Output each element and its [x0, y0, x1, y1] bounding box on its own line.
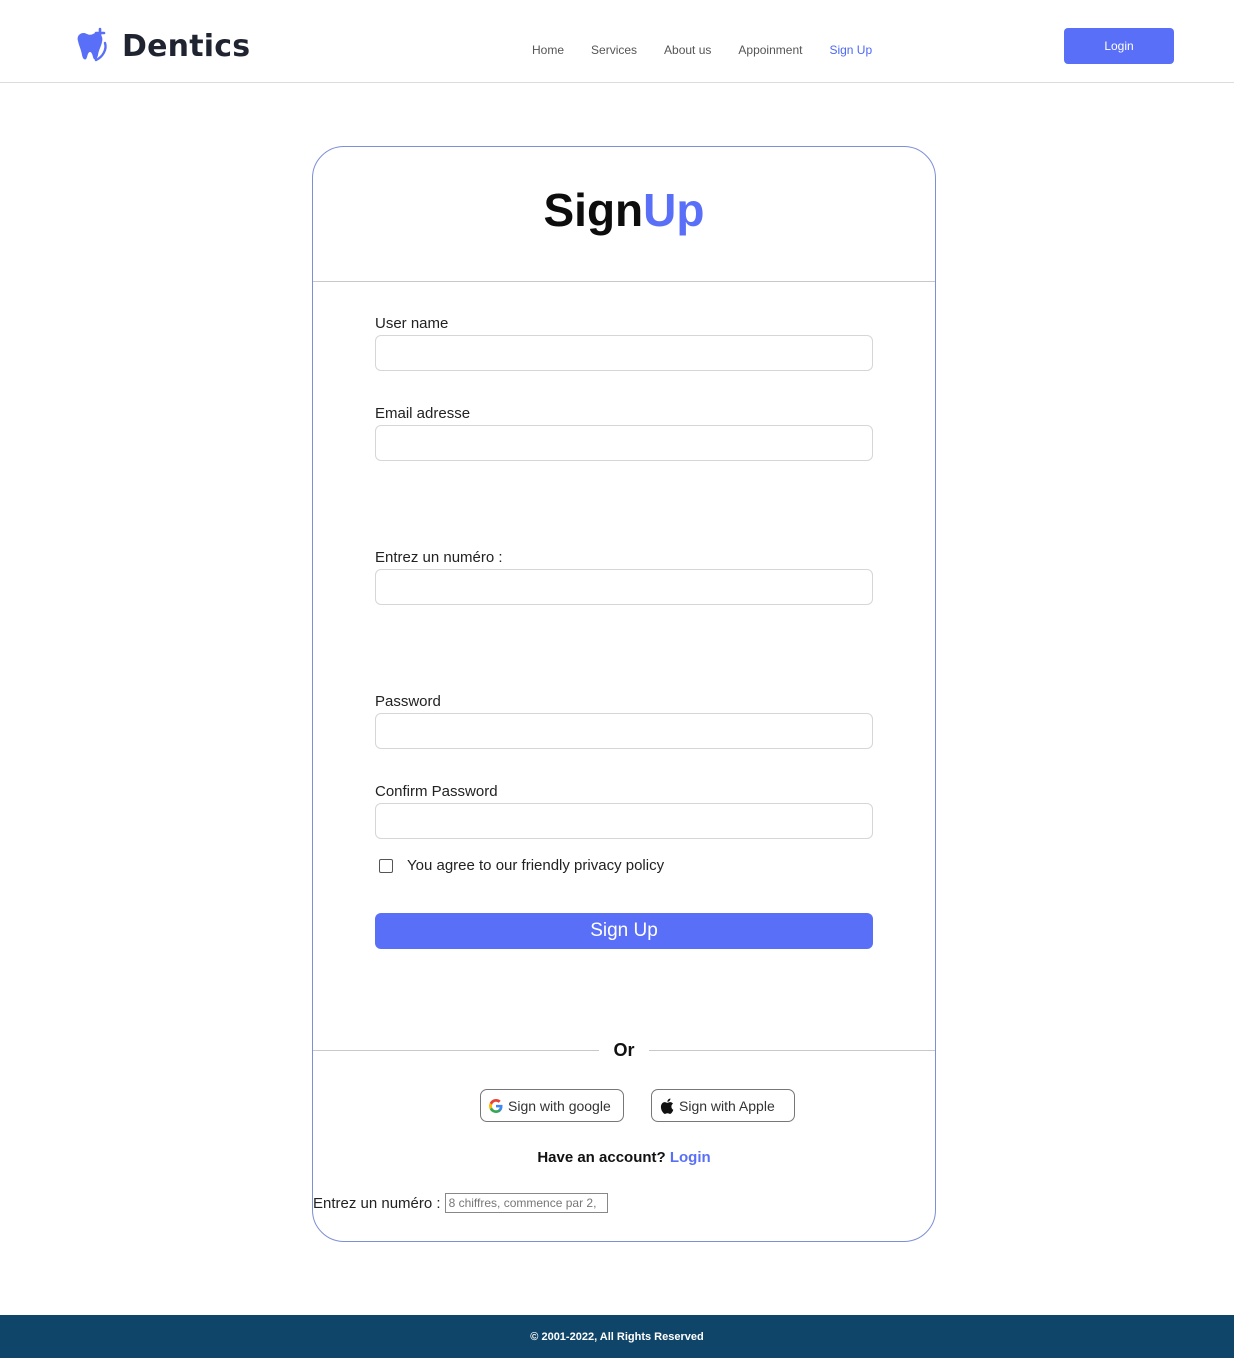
phone-inline-input[interactable]	[444, 1193, 608, 1213]
nav-about-us[interactable]: About us	[664, 43, 711, 57]
title-part-up: Up	[643, 184, 705, 236]
confirm-password-input[interactable]	[375, 803, 873, 839]
top-navbar: Dentics Home Services About us Appoinmen…	[0, 0, 1234, 83]
google-signin-button[interactable]: Sign with google	[480, 1089, 624, 1122]
phone-label: Entrez un numéro :	[375, 549, 503, 566]
brand[interactable]: Dentics	[72, 26, 250, 66]
google-icon	[488, 1098, 504, 1114]
have-account-text: Have an account?	[537, 1149, 666, 1166]
confirm-password-label: Confirm Password	[375, 783, 498, 800]
title-part-sign: Sign	[543, 184, 644, 236]
have-account-line: Have an account? Login	[313, 1149, 935, 1166]
password-input[interactable]	[375, 713, 873, 749]
tooth-icon	[72, 27, 110, 65]
privacy-checkbox[interactable]	[379, 858, 393, 873]
nav-services[interactable]: Services	[591, 43, 637, 57]
header-login-button[interactable]: Login	[1064, 28, 1174, 64]
confirm-password-group: Confirm Password	[375, 783, 873, 839]
main-nav: Home Services About us Appoinment Sign U…	[532, 43, 899, 57]
username-label: User name	[375, 315, 449, 332]
email-group: Email adresse	[375, 405, 873, 461]
brand-name: Dentics	[122, 28, 251, 64]
google-signin-label: Sign with google	[508, 1097, 611, 1114]
nav-sign-up[interactable]: Sign Up	[829, 43, 872, 57]
phone-group: Entrez un numéro :	[375, 549, 873, 605]
phone-inline-group: Entrez un numéro :	[313, 1193, 608, 1213]
or-label: Or	[613, 1040, 635, 1060]
login-link[interactable]: Login	[670, 1149, 711, 1166]
password-group: Password	[375, 693, 873, 749]
signup-card: SignUp User name Email adresse Entrez un…	[312, 146, 936, 1242]
apple-signin-button[interactable]: Sign with Apple	[651, 1089, 795, 1122]
nav-home[interactable]: Home	[532, 43, 564, 57]
privacy-agreement: You agree to our friendly privacy policy	[379, 857, 664, 874]
signup-button[interactable]: Sign Up	[375, 913, 873, 949]
or-divider-left	[313, 1050, 599, 1051]
email-label: Email adresse	[375, 405, 471, 422]
username-group: User name	[375, 315, 873, 371]
apple-signin-label: Sign with Apple	[679, 1097, 775, 1114]
nav-appoinment[interactable]: Appoinment	[738, 43, 802, 57]
phone-input[interactable]	[375, 569, 873, 605]
password-label: Password	[375, 693, 441, 710]
title-divider	[313, 281, 935, 282]
page-title: SignUp	[313, 183, 935, 237]
privacy-label: You agree to our friendly privacy policy	[407, 857, 665, 874]
or-divider-right	[649, 1050, 935, 1051]
email-input[interactable]	[375, 425, 873, 461]
apple-icon	[659, 1098, 675, 1114]
footer: © 2001-2022, All Rights Reserved	[0, 1315, 1234, 1358]
phone-inline-label: Entrez un numéro :	[313, 1194, 441, 1212]
username-input[interactable]	[375, 335, 873, 371]
copyright-text: © 2001-2022, All Rights Reserved	[530, 1330, 704, 1343]
